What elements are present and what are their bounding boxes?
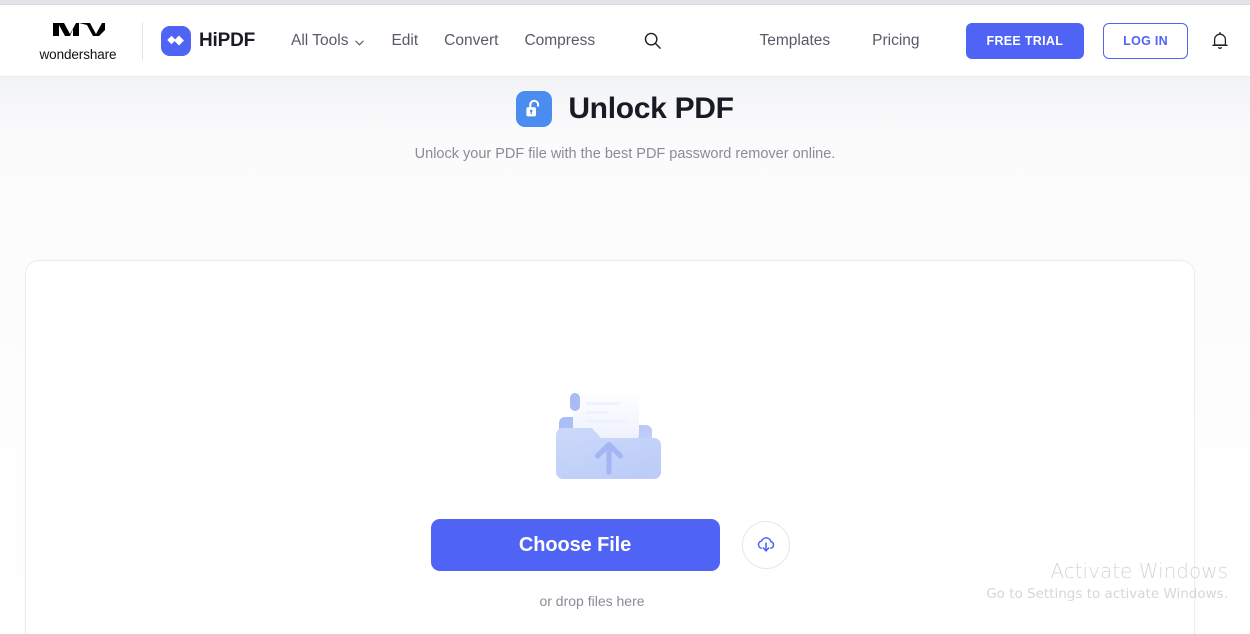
page-title: Unlock PDF: [568, 92, 734, 125]
nav-item-pricing[interactable]: Pricing: [872, 32, 919, 50]
bell-icon[interactable]: [1210, 30, 1230, 51]
nav-item-label: Templates: [759, 31, 831, 49]
nav-item-all-tools[interactable]: All Tools: [291, 32, 365, 50]
cloud-download-icon[interactable]: [741, 521, 790, 569]
header-actions: Templates Pricing FREE TRIAL LOG IN: [759, 22, 1230, 59]
chevron-down-icon: [354, 35, 365, 46]
free-trial-button[interactable]: FREE TRIAL: [965, 22, 1085, 59]
wondershare-wordmark: wondershare: [39, 46, 117, 62]
login-button[interactable]: LOG IN: [1103, 22, 1188, 59]
wondershare-logo-icon: [51, 20, 105, 44]
nav-item-compress[interactable]: Compress: [524, 32, 595, 50]
nav-item-edit[interactable]: Edit: [391, 32, 418, 50]
choose-file-button[interactable]: Choose File: [430, 519, 720, 571]
upload-actions: Choose File: [430, 519, 790, 571]
site-header: wondershare HiPDF All Tools Edit Convert: [0, 5, 1250, 77]
secondary-nav: Templates Pricing: [759, 32, 919, 50]
file-dropzone[interactable]: Choose File or drop files here: [25, 260, 1195, 634]
search-icon[interactable]: [643, 31, 662, 50]
page-subtitle: Unlock your PDF file with the best PDF p…: [414, 146, 836, 162]
hipdf-logo-icon: [161, 25, 191, 56]
page-body: Unlock PDF Unlock your PDF file with the…: [0, 77, 1250, 634]
nav-item-label: Compress: [524, 31, 596, 49]
nav-item-label: Pricing: [872, 31, 920, 49]
primary-nav: All Tools Edit Convert Compress: [291, 31, 662, 50]
nav-item-label: Edit: [391, 31, 419, 49]
folder-upload-illustration: [550, 383, 670, 487]
drop-files-hint: or drop files here: [539, 593, 645, 609]
hipdf-wordmark: HiPDF: [199, 29, 256, 51]
nav-item-convert[interactable]: Convert: [444, 32, 498, 50]
nav-item-templates[interactable]: Templates: [759, 32, 830, 50]
nav-item-label: Convert: [444, 31, 499, 49]
unlock-padlock-icon: [516, 91, 553, 127]
hero-title-row: Unlock PDF: [0, 77, 1250, 127]
wondershare-brand[interactable]: wondershare: [28, 20, 128, 62]
hipdf-brand[interactable]: HiPDF: [161, 25, 256, 56]
nav-item-label: All Tools: [291, 31, 349, 49]
header-divider: [142, 21, 143, 60]
